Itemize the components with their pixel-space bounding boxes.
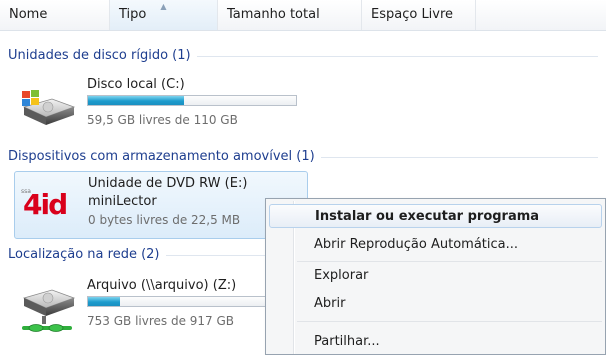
menu-item-label: Instalar ou executar programa [315,209,540,224]
group-divider [196,55,598,57]
drive-item-arquivo-z[interactable]: Arquivo (\\arquivo) (Z:) 753 GB livres d… [14,274,274,336]
menu-item-abrir[interactable]: Abrir [269,292,602,316]
drive-free-space: 59,5 GB livres de 110 GB [87,113,238,127]
menu-item-label: Abrir Reprodução Automática... [314,237,519,252]
column-label: Tamanho total [227,7,320,22]
group-label: Dispositivos com armazenamento amovível … [8,149,315,164]
capacity-bar-fill [88,297,121,306]
context-menu: Instalar ou executar programa Abrir Repr… [265,198,606,355]
logo-text: 4id [23,188,68,221]
minilector-logo-icon: ssa 4id [19,188,81,224]
menu-separator [297,261,602,262]
capacity-bar [87,95,297,106]
capacity-bar-fill [88,96,184,105]
column-header: Nome ▲ Tipo Tamanho total Espaço Livre [0,0,606,31]
menu-item-instalar-executar[interactable]: Instalar ou executar programa [269,204,602,228]
column-tamanho-total[interactable]: Tamanho total [218,0,362,30]
menu-item-explorar[interactable]: Explorar [269,264,602,288]
menu-item-label: Abrir [314,296,346,311]
group-label: Unidades de disco rígido (1) [8,48,191,63]
menu-separator [297,321,602,322]
drive-volume-label: miniLector [88,194,157,209]
column-label: Tipo [119,7,147,22]
drive-free-space: 0 bytes livres de 22,5 MB [88,213,241,227]
drive-item-local-c[interactable]: Disco local (C:) 59,5 GB livres de 110 G… [14,77,314,135]
capacity-bar [87,296,267,307]
group-label: Localização na rede (2) [8,247,160,262]
menu-item-partilhar[interactable]: Partilhar... [269,330,602,354]
menu-item-label: Partilhar... [314,334,380,349]
group-header-hard-disks[interactable]: Unidades de disco rígido (1) [8,47,598,65]
group-header-removable[interactable]: Dispositivos com armazenamento amovível … [8,148,598,166]
group-divider [320,156,598,158]
menu-item-abrir-reproducao-automatica[interactable]: Abrir Reprodução Automática... [269,233,602,257]
drive-name: Unidade de DVD RW (E:) [88,176,248,191]
drive-name: Arquivo (\\arquivo) (Z:) [87,278,237,293]
column-tipo[interactable]: ▲ Tipo [110,0,218,30]
menu-item-label: Explorar [314,268,369,283]
column-label: Nome [9,7,48,22]
sort-ascending-icon: ▲ [160,2,167,11]
hard-drive-icon [22,90,76,125]
network-drive-icon [22,289,76,332]
column-espaco-livre[interactable]: Espaço Livre [362,0,476,30]
column-nome[interactable]: Nome [0,0,110,30]
drive-item-dvd-e[interactable]: ssa 4id Unidade de DVD RW (E:) miniLecto… [14,171,308,239]
drive-free-space: 753 GB livres de 917 GB [87,314,235,328]
drive-name: Disco local (C:) [87,77,185,92]
column-label: Espaço Livre [371,7,454,22]
